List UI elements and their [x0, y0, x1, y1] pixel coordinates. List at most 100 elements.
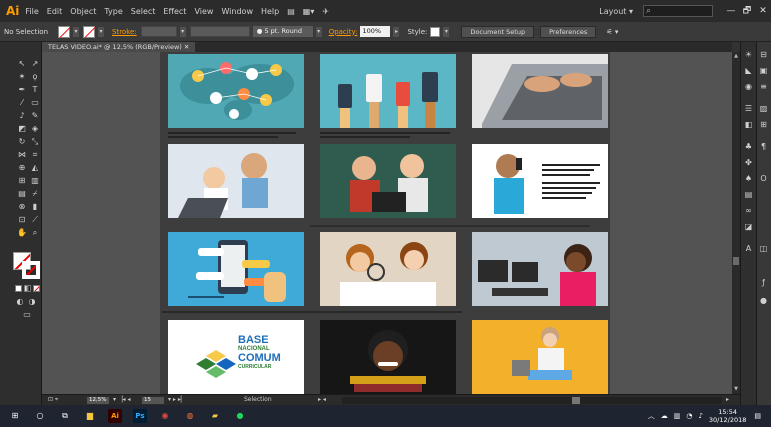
arrange-documents-icon[interactable]: ▦▾ [303, 7, 315, 16]
artboard-next-icons[interactable]: ▾ ▸ ▸▏ [168, 396, 185, 403]
direct-selection-tool-icon[interactable]: ↗ [30, 59, 40, 68]
firefox-icon[interactable]: ◍ [183, 409, 197, 423]
zoom-dropdown-icon[interactable]: ▾ ▕◂ ◂ [113, 396, 130, 403]
workspace-switcher[interactable]: Layout ▾ [599, 7, 633, 16]
minimize-button[interactable]: — [723, 4, 739, 18]
none-mode-button[interactable] [33, 285, 40, 292]
line-tool-icon[interactable]: ⁄ [17, 98, 27, 107]
zoom-tool-icon[interactable]: ⌕ [30, 228, 40, 237]
spotify-icon[interactable]: ● [233, 409, 247, 423]
links-panel-icon[interactable]: ∞ [743, 206, 754, 216]
draw-behind-icon[interactable]: ◑ [27, 297, 37, 306]
rotate-tool-icon[interactable]: ↻ [17, 137, 27, 146]
magic-wand-tool-icon[interactable]: ✶ [17, 72, 27, 81]
glyphs-panel-icon[interactable]: ƒ [758, 278, 769, 288]
zoom-level-field[interactable]: 12,5% [87, 397, 109, 404]
bridge-icon[interactable]: ▤ [287, 7, 295, 16]
hand-tool-icon[interactable]: ✋ [17, 228, 27, 237]
mesh-tool-icon[interactable]: ▥ [30, 176, 40, 185]
document-tab[interactable]: TELAS VIDEO.ai* @ 12,5% (RGB/Preview) ✕ [42, 42, 196, 52]
scroll-up-icon[interactable]: ▲ [732, 53, 740, 59]
paintbrush-tool-icon[interactable]: ♪ [17, 111, 27, 120]
selection-tool-icon[interactable]: ↖ [17, 59, 27, 68]
close-tab-icon[interactable]: ✕ [184, 43, 189, 51]
graphic-styles-panel-icon[interactable]: ◣ [743, 66, 754, 76]
shaper-tool-icon[interactable]: ◩ [17, 124, 27, 133]
width-tool-icon[interactable]: ⋈ [17, 150, 27, 159]
chrome-icon[interactable]: ◉ [158, 409, 172, 423]
menu-edit[interactable]: Edit [47, 7, 63, 16]
pen-tool-icon[interactable]: ✒ [17, 85, 27, 94]
graphic-style-dropdown-icon[interactable]: ▾ [443, 26, 450, 37]
column-graph-tool-icon[interactable]: ▮ [30, 202, 40, 211]
opacity-label[interactable]: Opacity: [329, 28, 358, 36]
stroke-panel-icon[interactable]: ≡ [758, 82, 769, 92]
pencil-tool-icon[interactable]: ✎ [30, 111, 40, 120]
free-transform-tool-icon[interactable]: ⌗ [30, 150, 40, 159]
scroll-down-icon[interactable]: ▼ [732, 386, 740, 392]
variable-width-field[interactable] [189, 26, 250, 37]
graphic-style-swatch[interactable] [430, 26, 441, 37]
horizontal-scrollbar[interactable] [342, 397, 722, 404]
network-icon[interactable]: ▥ [674, 412, 681, 420]
menu-select[interactable]: Select [131, 7, 156, 16]
scale-tool-icon[interactable]: ⤡ [30, 137, 40, 146]
vertical-scrollbar[interactable]: ▲ ▼ [732, 52, 740, 394]
vertical-scroll-thumb[interactable] [733, 257, 739, 265]
screen-mode-icon[interactable]: ▭ [22, 310, 32, 319]
horizontal-scroll-thumb[interactable] [572, 397, 580, 404]
menu-window[interactable]: Window [221, 7, 253, 16]
sticky-notes-icon[interactable]: ▰ [208, 409, 222, 423]
status-menu-icon[interactable]: ▸ ◂ [318, 396, 326, 403]
stroke-color-box[interactable] [22, 261, 40, 279]
fill-stroke-widget[interactable] [13, 252, 41, 280]
color-guide-panel-icon[interactable]: ◉ [743, 82, 754, 92]
restore-button[interactable]: 🗗 [739, 4, 755, 18]
menu-help[interactable]: Help [261, 7, 279, 16]
brushes-panel-icon[interactable]: ✤ [743, 158, 754, 168]
stroke-weight-dropdown-icon[interactable]: ▾ [179, 26, 186, 37]
type-tool-icon[interactable]: T [30, 85, 40, 94]
lasso-tool-icon[interactable]: ϙ [30, 72, 40, 81]
pathfinder-panel-icon[interactable]: ◧ [743, 120, 754, 130]
artboards-panel-icon[interactable]: ◫ [758, 244, 769, 254]
show-hidden-icons-icon[interactable]: ︿ [648, 411, 655, 421]
symbols-panel-icon[interactable]: ♣ [743, 142, 754, 152]
perspective-grid-tool-icon[interactable]: ⊞ [17, 176, 27, 185]
opacity-more-icon[interactable]: ▸ [393, 26, 400, 37]
artboard-number-field[interactable]: 15 [142, 397, 164, 404]
gradient-panel-icon[interactable]: ▨ [758, 104, 769, 114]
menu-file[interactable]: File [25, 7, 38, 16]
live-paint-tool-icon[interactable]: ◭ [30, 163, 40, 172]
wifi-icon[interactable]: ◔ [686, 412, 692, 420]
properties-panel-icon[interactable]: ⊟ [758, 50, 769, 60]
volume-icon[interactable]: ♪ [698, 412, 702, 420]
opentype-panel-icon[interactable]: O [758, 174, 769, 184]
stroke-swatch[interactable] [83, 25, 96, 38]
artboard[interactable]: BASE NACIONAL COMUM CURRICULAR [160, 52, 610, 394]
appearance-panel-icon[interactable]: ☀ [743, 50, 754, 60]
paragraph-panel-icon[interactable]: ¶ [758, 142, 769, 152]
cloud-icon[interactable]: ☁ [661, 412, 668, 420]
eyedropper-tool-icon[interactable]: ⌿ [30, 189, 40, 198]
stroke-label[interactable]: Stroke: [112, 28, 137, 36]
gradient-tool-icon[interactable]: ▤ [17, 189, 27, 198]
search-icon[interactable]: ○ [33, 409, 47, 423]
artboard-tool-icon[interactable]: ⊡ [17, 215, 27, 224]
slice-tool-icon[interactable]: ⟋ [30, 215, 40, 224]
document-setup-button[interactable]: Document Setup [461, 25, 535, 38]
color-mode-button[interactable] [15, 285, 22, 292]
rectangle-tool-icon[interactable]: ▭ [30, 98, 40, 107]
menu-view[interactable]: View [194, 7, 213, 16]
fill-dropdown-icon[interactable]: ▾ [73, 26, 80, 37]
menu-effect[interactable]: Effect [163, 7, 186, 16]
start-button-icon[interactable]: ⊞ [8, 409, 22, 423]
task-view-icon[interactable]: ⧉ [58, 409, 72, 423]
brush-dropdown-icon[interactable]: ▾ [315, 26, 322, 37]
photoshop-taskbar-icon[interactable]: Ps [133, 409, 147, 423]
stroke-dropdown-icon[interactable]: ▾ [98, 26, 105, 37]
align-options-icon[interactable]: ⚟ ▾ [606, 28, 618, 36]
layers-panel-icon[interactable]: ▤ [743, 190, 754, 200]
clock[interactable]: 15:54 30/12/2018 [709, 408, 746, 424]
libraries-panel-icon[interactable]: ▣ [758, 66, 769, 76]
